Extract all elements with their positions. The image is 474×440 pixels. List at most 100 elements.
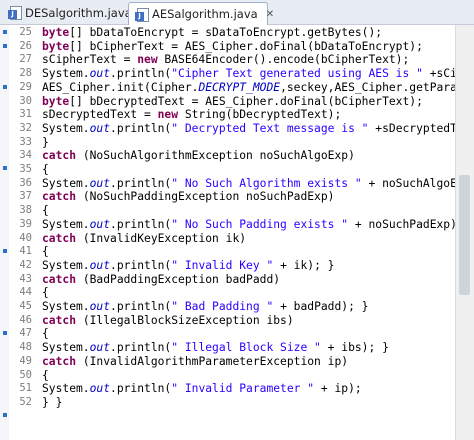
code-token: { bbox=[42, 368, 49, 382]
code-token: out bbox=[89, 121, 111, 135]
code-line[interactable]: System.out.println(" Invalid Key " + ik)… bbox=[42, 259, 334, 273]
bookmark-marker[interactable] bbox=[3, 44, 7, 48]
code-token: System. bbox=[42, 217, 90, 231]
code-line[interactable]: { bbox=[42, 327, 49, 341]
line-number: 52 bbox=[19, 395, 32, 408]
line-number: 31 bbox=[19, 108, 32, 121]
code-token: { bbox=[42, 163, 49, 176]
bookmark-marker[interactable] bbox=[3, 30, 7, 34]
code-token: " Invalid Key " bbox=[171, 258, 274, 272]
line-number: 46 bbox=[19, 313, 32, 326]
line-number: 51 bbox=[19, 382, 32, 395]
code-token: + ibs); } bbox=[320, 341, 389, 355]
code-token: .println( bbox=[110, 176, 172, 190]
code-line[interactable]: catch (InvalidAlgorithmParameterExceptio… bbox=[42, 355, 348, 369]
tab-aesalgorithm[interactable]: J AESalgorithm.java ✕ bbox=[128, 2, 274, 25]
code-token: out bbox=[89, 258, 111, 272]
bookmark-marker[interactable] bbox=[3, 249, 7, 253]
code-token: sDecryptedText = bbox=[42, 108, 158, 122]
code-line[interactable]: sDecryptedText = new String(bDecryptedTe… bbox=[42, 108, 341, 122]
code-area[interactable]: byte [] bDataToEncrypt = sDataToEncrypt.g… bbox=[38, 25, 456, 440]
bookmark-marker[interactable] bbox=[3, 85, 7, 89]
code-token: (InvalidKeyException ik) bbox=[76, 231, 247, 245]
line-number: 50 bbox=[19, 368, 32, 381]
code-line[interactable]: System.out.println(" No Such Algorithm e… bbox=[42, 177, 456, 191]
tab-desalgorithm[interactable]: J DESalgorithm.java bbox=[2, 2, 132, 23]
code-line[interactable]: System.out.println(" No Such Padding exi… bbox=[42, 218, 456, 232]
code-line[interactable]: } bbox=[42, 136, 49, 150]
code-token: System. bbox=[42, 67, 90, 81]
code-token: [] bDataToEncrypt = sDataToEncrypt.getBy… bbox=[69, 26, 383, 39]
code-line[interactable]: byte[] bCipherText = AES_Cipher.doFinal(… bbox=[42, 40, 423, 54]
line-number: 37 bbox=[19, 190, 32, 203]
code-line[interactable]: catch (NoSuchPaddingException noSuchPadE… bbox=[42, 190, 334, 204]
code-token: DECRYPT_MODE bbox=[198, 80, 281, 94]
code-line[interactable]: { bbox=[42, 286, 49, 300]
line-number-gutter[interactable]: 25 26 27 28 29 30 31 32 33 34 35 36 37 38 39 40 41 42 43 44… bbox=[9, 25, 36, 440]
code-line[interactable]: { bbox=[42, 204, 49, 218]
line-number: 34 bbox=[19, 149, 32, 162]
code-line[interactable]: System.out.println(" Decrypted Text mess… bbox=[42, 122, 456, 136]
code-token: catch bbox=[42, 190, 77, 204]
code-line[interactable]: { bbox=[42, 369, 49, 383]
code-token: .println( bbox=[110, 258, 172, 272]
code-line[interactable]: { bbox=[42, 163, 49, 177]
line-number: 29 bbox=[19, 80, 32, 93]
close-tab-icon[interactable]: ✕ bbox=[266, 9, 274, 20]
code-token: " No Such Algorithm exists " bbox=[171, 176, 362, 190]
tab-label: DESalgorithm.java bbox=[25, 5, 132, 20]
scrollbar-thumb[interactable] bbox=[459, 175, 470, 295]
line-number: 35 bbox=[19, 163, 32, 175]
code-token: catch bbox=[42, 149, 77, 163]
code-token: + noSuchPadExp); bbox=[348, 217, 456, 231]
code-line[interactable]: System.out.println(" Bad Padding " + bad… bbox=[42, 300, 368, 314]
code-token: " Bad Padding " bbox=[171, 300, 274, 313]
code-token: BASE64Encoder().encode(bCipherText); bbox=[157, 53, 410, 67]
line-number: 32 bbox=[19, 121, 32, 134]
code-token: { bbox=[42, 245, 49, 259]
code-token: .println( bbox=[110, 382, 172, 396]
line-number: 41 bbox=[19, 245, 32, 258]
code-line[interactable]: catch (BadPaddingException badPadd) bbox=[42, 273, 280, 287]
code-line[interactable]: catch (NoSuchAlgorithmException noSuchAl… bbox=[42, 149, 355, 163]
code-token: "Cipher Text generated using AES is " bbox=[171, 67, 423, 81]
code-token: " Decrypted Text message is " bbox=[171, 121, 369, 135]
line-number: 26 bbox=[19, 39, 32, 52]
tab-label: AESalgorithm.java bbox=[152, 7, 258, 21]
code-line[interactable]: } } bbox=[42, 396, 62, 410]
code-editor[interactable]: 25 26 27 28 29 30 31 32 33 34 35 36 37 38 39 40 41 42 43 44… bbox=[0, 25, 474, 440]
code-token: { bbox=[42, 204, 49, 218]
code-line[interactable]: byte[] bDecryptedText = AES_Cipher.doFin… bbox=[42, 95, 423, 109]
code-token: System. bbox=[42, 341, 90, 355]
vertical-scrollbar[interactable] bbox=[455, 25, 474, 440]
code-token: String(bDecryptedText); bbox=[178, 108, 342, 122]
code-token: + noSuchAlgoExp); bbox=[368, 176, 456, 190]
line-number: 49 bbox=[19, 354, 32, 367]
code-token: byte bbox=[42, 94, 70, 108]
line-number: 38 bbox=[19, 204, 32, 217]
code-token: + ip); bbox=[314, 382, 362, 396]
bookmark-marker[interactable] bbox=[3, 413, 7, 417]
code-line[interactable]: catch (InvalidKeyException ik) bbox=[42, 232, 246, 246]
bookmark-marker[interactable] bbox=[3, 166, 7, 170]
code-token: +sDecryptedText); bbox=[375, 121, 456, 135]
code-token: sCipherText = bbox=[42, 53, 138, 67]
bookmark-marker[interactable] bbox=[3, 331, 7, 335]
overview-ruler[interactable] bbox=[0, 25, 9, 440]
code-token: ,seckey,AES_Cipher.getParameters()); bbox=[280, 80, 456, 94]
code-line[interactable]: sCipherText = new BASE64Encoder().encode… bbox=[42, 53, 409, 67]
java-file-icon: J bbox=[8, 6, 22, 20]
code-token: out bbox=[89, 382, 111, 396]
code-line[interactable]: byte[] bDataToEncrypt = sDataToEncrypt.g… bbox=[42, 26, 382, 40]
line-number: 48 bbox=[19, 341, 32, 354]
code-line[interactable]: catch (IllegalBlockSizeException ibs) bbox=[42, 314, 294, 328]
code-token: [] bDecryptedText = AES_Cipher.doFinal(b… bbox=[69, 94, 423, 108]
code-token: System. bbox=[42, 121, 90, 135]
code-line[interactable]: System.out.println(" Illegal Block Size … bbox=[42, 341, 389, 355]
code-line[interactable]: AES_Cipher.init(Cipher.DECRYPT_MODE,seck… bbox=[42, 81, 456, 95]
code-line[interactable]: System.out.println("Cipher Text generate… bbox=[42, 67, 456, 81]
code-token: catch bbox=[42, 313, 77, 327]
code-line[interactable]: System.out.println(" Invalid Parameter "… bbox=[42, 382, 362, 396]
line-number: 33 bbox=[19, 135, 32, 148]
code-line[interactable]: { bbox=[42, 245, 49, 259]
